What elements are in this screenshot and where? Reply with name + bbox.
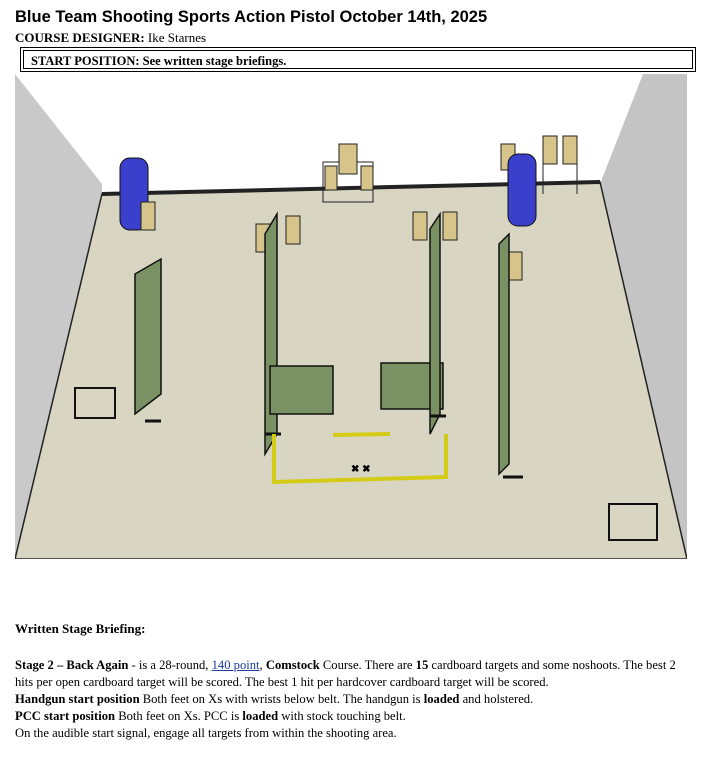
pcc-start: PCC start position Both feet on Xs. PCC … [15,708,695,725]
stage-description: Stage 2 – Back Again - is a 28-round, 14… [15,657,695,691]
briefing-heading: Written Stage Briefing: [15,621,146,636]
handgun-start: Handgun start position Both feet on Xs w… [15,691,695,708]
start-position-text: START POSITION: See written stage briefi… [23,50,693,69]
start-position-box: START POSITION: See written stage briefi… [20,47,696,72]
designer-label: COURSE DESIGNER: [15,30,145,45]
handgun-label: Handgun start position [15,692,140,706]
pcc-label: PCC start position [15,709,116,723]
stage-name: Stage 2 – Back Again [15,658,129,672]
page-title: Blue Team Shooting Sports Action Pistol … [15,8,488,26]
designer-name: Ike Starnes [144,30,207,45]
stage-text-1: - is a 28-round, [128,658,212,672]
stage-layout-diagram: ✖ ✖ [15,74,687,559]
pcc-loaded: loaded [242,709,279,723]
scoring-method: Comstock [265,658,320,672]
svg-text:✖ ✖: ✖ ✖ [351,464,371,475]
stage-briefing: Stage 2 – Back Again - is a 28-round, 14… [15,657,695,742]
points-link[interactable]: 140 point [212,658,260,672]
target-count: 15 [415,658,429,672]
pcc-text-2: with stock touching belt. [278,709,406,723]
course-designer: COURSE DESIGNER: Ike Starnes [15,30,206,46]
pcc-text-1: Both feet on Xs. PCC is [115,709,243,723]
start-signal: On the audible start signal, engage all … [15,726,397,740]
stage-text-3: Course. There are [319,658,416,672]
handgun-loaded: loaded [423,692,460,706]
handgun-text-1: Both feet on Xs with wrists below belt. … [139,692,424,706]
handgun-text-2: and holstered. [459,692,534,706]
